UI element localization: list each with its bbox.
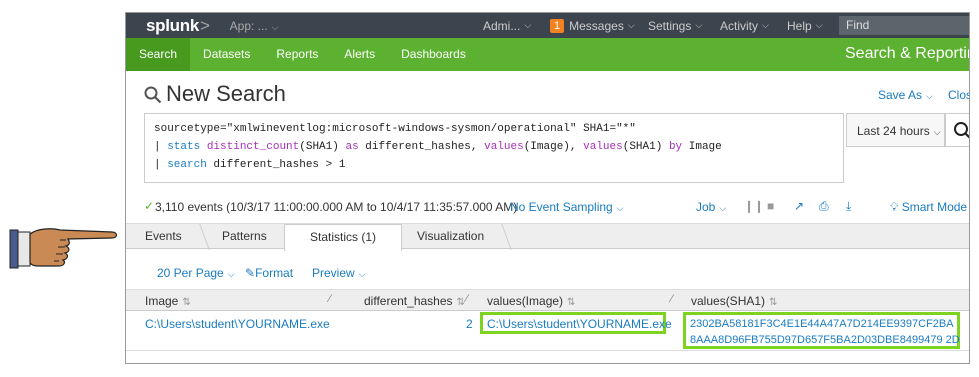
messages-menu[interactable]: 1 Messages ⌵ xyxy=(550,13,635,38)
per-page-menu[interactable]: 20 Per Page ⌵ xyxy=(157,266,235,280)
activity-menu[interactable]: Activity ⌵ xyxy=(720,13,769,38)
search-mode-menu[interactable]: 💡︎ Smart Mode⌵ xyxy=(890,200,969,215)
search-submit-button[interactable] xyxy=(945,113,969,147)
format-menu[interactable]: ✎Format xyxy=(245,266,293,280)
sha1-value-1[interactable]: 2302BA58181F3C4E1E44A47A7D214EE9397CF2BA xyxy=(690,316,960,332)
search-go-icon xyxy=(954,122,969,139)
cell-values-image[interactable]: C:\Users\student\YOURNAME.exe xyxy=(487,317,672,331)
table-row: C:\Users\student\YOURNAME.exe 2 C:\Users… xyxy=(126,311,969,351)
share-icon[interactable]: ↗ xyxy=(794,199,804,213)
app-menu[interactable]: App: ... ⌵ xyxy=(230,19,279,33)
nav-dashboards[interactable]: Dashboards xyxy=(388,38,479,71)
job-menu[interactable]: Job ⌵ xyxy=(696,200,726,214)
page-title: New Search xyxy=(166,81,286,106)
print-icon[interactable]: ⎙ xyxy=(819,199,829,214)
column-header-values-image[interactable]: values(Image) ⇅ xyxy=(487,294,575,308)
search-query-input[interactable]: sourcetype="xmlwineventlog:microsoft-win… xyxy=(144,113,844,183)
close-button[interactable]: Close xyxy=(948,88,969,102)
column-header-values-sha1[interactable]: values(SHA1) ⇅ xyxy=(691,294,777,308)
stop-icon[interactable]: ■ xyxy=(767,199,774,213)
query-line-3: | search different_hashes > 1 xyxy=(154,159,346,171)
search-icon xyxy=(144,86,162,104)
preview-menu[interactable]: Preview ⌵ xyxy=(312,266,366,280)
event-count-text: 3,110 events (10/3/17 11:00:00.000 AM to… xyxy=(155,200,518,214)
nav-alerts[interactable]: Alerts xyxy=(331,38,388,71)
admin-menu[interactable]: Admi... ⌵ xyxy=(483,13,531,38)
cell-values-sha1[interactable]: 2302BA58181F3C4E1E44A47A7D214EE9397CF2BA… xyxy=(690,316,960,348)
column-header-different-hashes[interactable]: different_hashes ⇅ xyxy=(364,294,465,308)
app-title: Search & Reporting xyxy=(845,45,969,62)
check-icon: ✓ xyxy=(144,199,155,213)
help-menu[interactable]: Help ⌵ xyxy=(787,13,823,38)
tab-visualization[interactable]: Visualization xyxy=(417,224,484,250)
pencil-icon: ✎ xyxy=(245,266,256,280)
nav-reports[interactable]: Reports xyxy=(263,38,331,71)
find-input[interactable]: Find xyxy=(839,16,969,35)
top-bar: splunk> App: ... ⌵ Admi... ⌵ 1 Messages ⌵ Se… xyxy=(126,13,969,38)
table-options-row: 20 Per Page ⌵ ✎Format Preview ⌵ xyxy=(126,263,969,283)
nav-datasets[interactable]: Datasets xyxy=(190,38,263,71)
edit-column-icon[interactable]: ∕ xyxy=(466,293,468,305)
settings-menu[interactable]: Settings ⌵ xyxy=(648,13,702,38)
sha1-value-2[interactable]: 8AAA8D96FB755D97D657F5BA2D03DBE8499479 2… xyxy=(690,332,960,348)
splunk-logo[interactable]: splunk> xyxy=(146,16,210,36)
app-nav-bar: Search Datasets Reports Alerts Dashboard… xyxy=(126,38,969,71)
splunk-window: splunk> App: ... ⌵ Admi... ⌵ 1 Messages ⌵ Se… xyxy=(125,12,970,364)
cell-different-hashes[interactable]: 2 xyxy=(466,317,473,331)
cell-image[interactable]: C:\Users\student\YOURNAME.exe xyxy=(145,317,330,331)
results-tabs: Events Patterns Statistics (1) Visualiza… xyxy=(126,223,969,251)
save-as-button[interactable]: Save As ⌵ xyxy=(878,88,933,102)
messages-count-badge: 1 xyxy=(550,18,565,33)
tab-statistics[interactable]: Statistics (1) xyxy=(284,224,402,251)
column-header-image[interactable]: Image ⇅ xyxy=(145,294,191,308)
tab-events[interactable]: Events xyxy=(145,224,182,250)
edit-column-icon[interactable]: ∕ xyxy=(671,293,673,305)
export-icon[interactable]: ⤓ xyxy=(846,199,851,214)
query-line-1: sourcetype="xmlwineventlog:microsoft-win… xyxy=(154,123,636,135)
job-status-row: ✓ 3,110 events (10/3/17 11:00:00.000 AM … xyxy=(126,197,969,219)
table-header: Image ⇅ ∕ different_hashes ⇅ ∕ values(Imag… xyxy=(126,289,969,311)
tab-patterns[interactable]: Patterns xyxy=(222,224,267,250)
event-sampling-menu[interactable]: No Event Sampling ⌵ xyxy=(510,200,624,214)
edit-column-icon[interactable]: ∕ xyxy=(329,293,331,305)
nav-search[interactable]: Search xyxy=(126,38,191,71)
time-range-picker[interactable]: Last 24 hours ⌵ xyxy=(846,113,945,147)
query-line-2: | stats distinct_count(SHA1) as differen… xyxy=(154,141,722,153)
pause-icon[interactable]: ❙❙ xyxy=(744,199,764,213)
pointing-hand-icon xyxy=(9,228,118,269)
